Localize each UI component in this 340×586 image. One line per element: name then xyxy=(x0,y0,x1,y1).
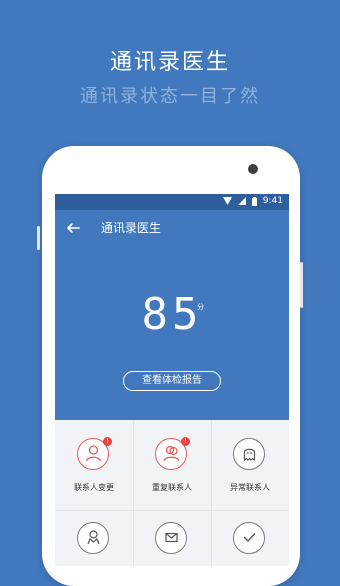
wifi-icon xyxy=(222,197,232,205)
signal-icon xyxy=(237,197,246,205)
promo-subheadline: 通讯录状态一目了然 xyxy=(80,86,260,107)
grid-item-label: 联系人变更 xyxy=(74,483,114,492)
grid-item-duplicate-contacts[interactable]: ! 重复联系人 xyxy=(133,420,211,492)
grid-item-contact-changes[interactable]: ! 联系人变更 xyxy=(55,420,133,492)
check-icon xyxy=(233,522,265,554)
grid-item-abnormal-contacts[interactable]: 异常联系人 xyxy=(211,420,289,492)
status-time: 9:41 xyxy=(262,196,283,206)
phone-volume-button xyxy=(300,262,303,308)
phone-side-button xyxy=(37,226,40,250)
app-title: 通讯录医生 xyxy=(101,221,162,235)
person-outline-icon xyxy=(77,522,109,554)
status-icons: 9:41 xyxy=(222,196,283,206)
grid-item-label: 重复联系人 xyxy=(152,483,192,492)
view-report-button[interactable]: 查看体检报告 xyxy=(123,371,221,391)
ghost-icon xyxy=(233,438,265,470)
camera-icon xyxy=(248,164,258,174)
score-panel: 85 分 查看体检报告 xyxy=(55,246,289,420)
grid-item-6[interactable] xyxy=(211,510,289,566)
grid-item-5[interactable] xyxy=(133,510,211,566)
score-unit: 分 xyxy=(197,303,204,311)
alert-badge: ! xyxy=(103,437,112,446)
grid-item-label: 异常联系人 xyxy=(230,483,270,492)
score-number: 85 xyxy=(142,289,203,336)
alert-badge: ! xyxy=(181,437,190,446)
feature-grid: ! 联系人变更 ! 重复联系人 异常联系人 xyxy=(55,420,289,566)
phone-screen: 9:41 通讯录医生 85 分 查看体检报告 ! 联系人变更 ! 重复联系人 异… xyxy=(55,194,289,566)
app-bar: 通讯录医生 xyxy=(55,210,289,246)
grid-item-4[interactable] xyxy=(55,510,133,566)
mail-icon xyxy=(155,522,187,554)
status-bar: 9:41 xyxy=(55,194,289,210)
score-value: 85 xyxy=(142,289,203,336)
promo-headline: 通讯录医生 xyxy=(109,50,230,75)
arrow-left-icon[interactable] xyxy=(65,220,81,236)
battery-icon xyxy=(251,196,257,206)
